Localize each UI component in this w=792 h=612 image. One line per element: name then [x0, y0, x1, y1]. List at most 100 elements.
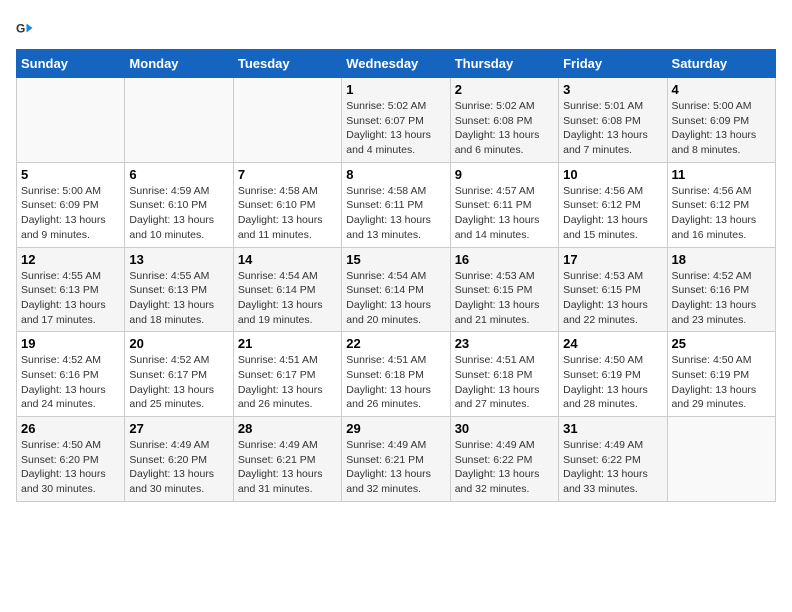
day-number: 14 [238, 252, 337, 267]
day-info: Sunrise: 4:51 AMSunset: 6:17 PMDaylight:… [238, 353, 337, 412]
calendar-cell: 31 Sunrise: 4:49 AMSunset: 6:22 PMDayligh… [559, 417, 667, 502]
day-number: 5 [21, 167, 120, 182]
calendar-cell: 10 Sunrise: 4:56 AMSunset: 6:12 PMDayligh… [559, 162, 667, 247]
day-info: Sunrise: 5:00 AMSunset: 6:09 PMDaylight:… [672, 99, 771, 158]
day-info: Sunrise: 4:54 AMSunset: 6:14 PMDaylight:… [346, 269, 445, 328]
calendar-week-1: 1Sunrise: 5:02 AMSunset: 6:07 PMDaylight… [17, 78, 776, 163]
day-number: 19 [21, 336, 120, 351]
calendar-cell: 1Sunrise: 5:02 AMSunset: 6:07 PMDaylight… [342, 78, 450, 163]
calendar-cell: 7Sunrise: 4:58 AMSunset: 6:10 PMDaylight… [233, 162, 341, 247]
calendar-cell: 11Sunrise: 4:56 AMSunset: 6:12 PMDayligh… [667, 162, 775, 247]
calendar-cell: 9Sunrise: 4:57 AMSunset: 6:11 PMDaylight… [450, 162, 558, 247]
day-number: 20 [129, 336, 228, 351]
day-info: Sunrise: 4:56 AMSunset: 6:12 PMDaylight:… [563, 184, 662, 243]
day-info: Sunrise: 4:50 AMSunset: 6:20 PMDaylight:… [21, 438, 120, 497]
calendar-cell: 17 Sunrise: 4:53 AMSunset: 6:15 PMDayligh… [559, 247, 667, 332]
day-info: Sunrise: 4:59 AMSunset: 6:10 PMDaylight:… [129, 184, 228, 243]
day-number: 1 [346, 82, 445, 97]
calendar-cell: 14 Sunrise: 4:54 AMSunset: 6:14 PMDayligh… [233, 247, 341, 332]
day-number: 12 [21, 252, 120, 267]
day-number: 24 [563, 336, 662, 351]
day-headers: SundayMondayTuesdayWednesdayThursdayFrid… [17, 50, 776, 78]
day-info: Sunrise: 4:55 AMSunset: 6:13 PMDaylight:… [21, 269, 120, 328]
day-info: Sunrise: 4:53 AMSunset: 6:15 PMDaylight:… [563, 269, 662, 328]
calendar-cell: 26 Sunrise: 4:50 AMSunset: 6:20 PMDayligh… [17, 417, 125, 502]
day-number: 30 [455, 421, 554, 436]
calendar-cell: 12 Sunrise: 4:55 AMSunset: 6:13 PMDayligh… [17, 247, 125, 332]
day-number: 22 [346, 336, 445, 351]
day-number: 13 [129, 252, 228, 267]
calendar-cell: 4 Sunrise: 5:00 AMSunset: 6:09 PMDaylight… [667, 78, 775, 163]
calendar-cell [667, 417, 775, 502]
calendar-cell: 29 Sunrise: 4:49 AMSunset: 6:21 PMDayligh… [342, 417, 450, 502]
calendar-week-3: 12 Sunrise: 4:55 AMSunset: 6:13 PMDayligh… [17, 247, 776, 332]
day-info: Sunrise: 4:49 AMSunset: 6:21 PMDaylight:… [346, 438, 445, 497]
day-header-sunday: Sunday [17, 50, 125, 78]
calendar-week-2: 5 Sunrise: 5:00 AMSunset: 6:09 PMDaylight… [17, 162, 776, 247]
calendar-cell: 19Sunrise: 4:52 AMSunset: 6:16 PMDayligh… [17, 332, 125, 417]
calendar-cell: 28 Sunrise: 4:49 AMSunset: 6:21 PMDayligh… [233, 417, 341, 502]
day-info: Sunrise: 4:49 AMSunset: 6:22 PMDaylight:… [455, 438, 554, 497]
day-number: 18 [672, 252, 771, 267]
day-info: Sunrise: 4:50 AMSunset: 6:19 PMDaylight:… [672, 353, 771, 412]
day-number: 21 [238, 336, 337, 351]
calendar-cell: 18Sunrise: 4:52 AMSunset: 6:16 PMDayligh… [667, 247, 775, 332]
calendar-cell [125, 78, 233, 163]
calendar-cell: 5 Sunrise: 5:00 AMSunset: 6:09 PMDaylight… [17, 162, 125, 247]
day-info: Sunrise: 4:54 AMSunset: 6:14 PMDaylight:… [238, 269, 337, 328]
day-number: 3 [563, 82, 662, 97]
day-info: Sunrise: 4:49 AMSunset: 6:21 PMDaylight:… [238, 438, 337, 497]
calendar-cell: 20Sunrise: 4:52 AMSunset: 6:17 PMDayligh… [125, 332, 233, 417]
logo: G [16, 16, 36, 39]
day-info: Sunrise: 5:02 AMSunset: 6:08 PMDaylight:… [455, 99, 554, 158]
day-number: 29 [346, 421, 445, 436]
calendar-cell: 24 Sunrise: 4:50 AMSunset: 6:19 PMDayligh… [559, 332, 667, 417]
calendar-cell: 3 Sunrise: 5:01 AMSunset: 6:08 PMDaylight… [559, 78, 667, 163]
day-info: Sunrise: 4:56 AMSunset: 6:12 PMDaylight:… [672, 184, 771, 243]
day-header-saturday: Saturday [667, 50, 775, 78]
calendar-cell: 23 Sunrise: 4:51 AMSunset: 6:18 PMDayligh… [450, 332, 558, 417]
day-info: Sunrise: 4:53 AMSunset: 6:15 PMDaylight:… [455, 269, 554, 328]
day-number: 31 [563, 421, 662, 436]
calendar-cell: 6 Sunrise: 4:59 AMSunset: 6:10 PMDaylight… [125, 162, 233, 247]
calendar-cell: 8 Sunrise: 4:58 AMSunset: 6:11 PMDaylight… [342, 162, 450, 247]
calendar-cell: 2Sunrise: 5:02 AMSunset: 6:08 PMDaylight… [450, 78, 558, 163]
day-number: 27 [129, 421, 228, 436]
day-number: 23 [455, 336, 554, 351]
logo-icon: G [16, 19, 34, 37]
day-info: Sunrise: 4:58 AMSunset: 6:11 PMDaylight:… [346, 184, 445, 243]
calendar-cell: 22 Sunrise: 4:51 AMSunset: 6:18 PMDayligh… [342, 332, 450, 417]
calendar-week-5: 26 Sunrise: 4:50 AMSunset: 6:20 PMDayligh… [17, 417, 776, 502]
day-number: 26 [21, 421, 120, 436]
day-number: 8 [346, 167, 445, 182]
calendar-cell: 13 Sunrise: 4:55 AMSunset: 6:13 PMDayligh… [125, 247, 233, 332]
day-info: Sunrise: 4:57 AMSunset: 6:11 PMDaylight:… [455, 184, 554, 243]
day-number: 25 [672, 336, 771, 351]
day-info: Sunrise: 4:51 AMSunset: 6:18 PMDaylight:… [346, 353, 445, 412]
day-number: 10 [563, 167, 662, 182]
calendar-table: SundayMondayTuesdayWednesdayThursdayFrid… [16, 49, 776, 502]
day-number: 28 [238, 421, 337, 436]
day-info: Sunrise: 4:50 AMSunset: 6:19 PMDaylight:… [563, 353, 662, 412]
day-info: Sunrise: 4:51 AMSunset: 6:18 PMDaylight:… [455, 353, 554, 412]
day-header-monday: Monday [125, 50, 233, 78]
day-header-friday: Friday [559, 50, 667, 78]
day-info: Sunrise: 5:01 AMSunset: 6:08 PMDaylight:… [563, 99, 662, 158]
day-info: Sunrise: 4:58 AMSunset: 6:10 PMDaylight:… [238, 184, 337, 243]
day-number: 6 [129, 167, 228, 182]
calendar-cell: 15 Sunrise: 4:54 AMSunset: 6:14 PMDayligh… [342, 247, 450, 332]
day-header-wednesday: Wednesday [342, 50, 450, 78]
day-info: Sunrise: 5:00 AMSunset: 6:09 PMDaylight:… [21, 184, 120, 243]
calendar-cell: 16Sunrise: 4:53 AMSunset: 6:15 PMDayligh… [450, 247, 558, 332]
day-number: 15 [346, 252, 445, 267]
calendar-cell: 21 Sunrise: 4:51 AMSunset: 6:17 PMDayligh… [233, 332, 341, 417]
day-header-tuesday: Tuesday [233, 50, 341, 78]
calendar-week-4: 19Sunrise: 4:52 AMSunset: 6:16 PMDayligh… [17, 332, 776, 417]
calendar-cell: 25 Sunrise: 4:50 AMSunset: 6:19 PMDayligh… [667, 332, 775, 417]
day-info: Sunrise: 4:49 AMSunset: 6:22 PMDaylight:… [563, 438, 662, 497]
calendar-cell [17, 78, 125, 163]
calendar-cell: 30 Sunrise: 4:49 AMSunset: 6:22 PMDayligh… [450, 417, 558, 502]
day-info: Sunrise: 4:55 AMSunset: 6:13 PMDaylight:… [129, 269, 228, 328]
day-number: 17 [563, 252, 662, 267]
day-number: 4 [672, 82, 771, 97]
